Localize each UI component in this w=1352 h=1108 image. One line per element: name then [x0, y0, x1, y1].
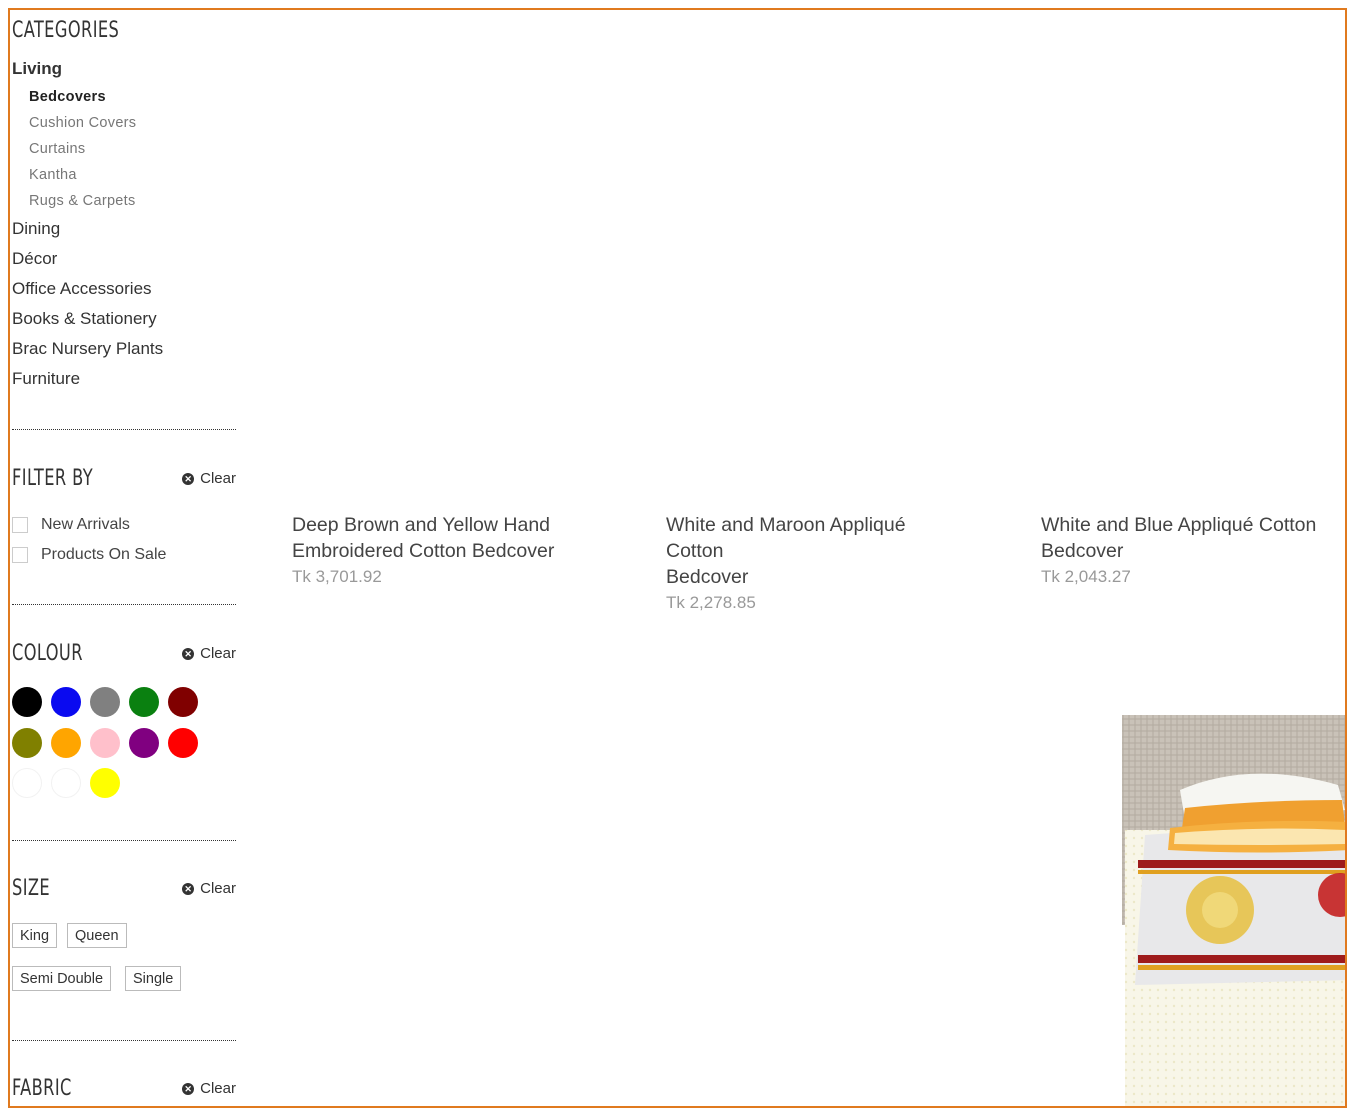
close-icon: ✕: [182, 647, 195, 660]
swatch-grey[interactable]: [90, 687, 120, 717]
product-price: Tk 2,278.85: [666, 593, 756, 612]
swatch-red[interactable]: [168, 728, 198, 758]
swatch-olive[interactable]: [12, 728, 42, 758]
category-books-stationery[interactable]: Books & Stationery: [12, 304, 235, 334]
product-name[interactable]: White and Blue Appliqué Cotton Bedcover: [1041, 512, 1341, 564]
subcategory-curtains[interactable]: Curtains: [29, 136, 235, 162]
size-queen-button[interactable]: Queen: [67, 923, 127, 948]
filter-by-title: FILTER BY: [12, 466, 94, 491]
swatch-green[interactable]: [129, 687, 159, 717]
product-image-bed[interactable]: [1090, 650, 1347, 1108]
checkbox-box[interactable]: [12, 517, 28, 533]
swatch-off-white[interactable]: [51, 768, 81, 798]
swatch-purple[interactable]: [129, 728, 159, 758]
category-dining[interactable]: Dining: [12, 214, 235, 244]
filter-by-header: FILTER BY ✕ Clear: [12, 466, 236, 496]
size-title: SIZE: [12, 876, 51, 901]
category-furniture[interactable]: Furniture: [12, 364, 235, 394]
living-subcategories: Bedcovers Cushion Covers Curtains Kantha…: [12, 84, 235, 214]
fabric-clear-button[interactable]: ✕ Clear: [182, 1080, 236, 1097]
new-arrivals-checkbox[interactable]: New Arrivals: [12, 516, 130, 534]
category-list: Living Bedcovers Cushion Covers Curtains…: [12, 56, 235, 394]
subcategory-kantha[interactable]: Kantha: [29, 162, 235, 188]
filter-by-clear-button[interactable]: ✕ Clear: [182, 470, 236, 487]
category-brac-nursery-plants[interactable]: Brac Nursery Plants: [12, 334, 235, 364]
swatch-orange[interactable]: [51, 728, 81, 758]
close-icon: ✕: [182, 882, 195, 895]
divider: [12, 840, 236, 841]
divider: [12, 429, 236, 430]
divider: [12, 1040, 236, 1041]
size-semi-double-button[interactable]: Semi Double: [12, 966, 112, 991]
colour-clear-button[interactable]: ✕ Clear: [182, 645, 236, 662]
swatch-white[interactable]: [12, 768, 42, 798]
size-single-button[interactable]: Single: [125, 966, 182, 991]
subcategory-cushion-covers[interactable]: Cushion Covers: [29, 110, 235, 136]
colour-title: COLOUR: [12, 641, 83, 666]
close-icon: ✕: [182, 472, 195, 485]
swatch-yellow[interactable]: [90, 768, 120, 798]
size-king-button[interactable]: King: [12, 923, 58, 948]
product-name[interactable]: Deep Brown and Yellow Hand Embroidered Co…: [292, 512, 592, 564]
categories-title: CATEGORIES: [12, 18, 120, 43]
size-header: SIZE ✕ Clear: [12, 876, 236, 906]
fabric-header: FABRIC ✕ Clear: [12, 1076, 236, 1106]
product-price: Tk 2,043.27: [1041, 567, 1131, 586]
product-name[interactable]: White and Maroon Appliqué Cotton Bedcover: [666, 512, 966, 590]
page-frame: CATEGORIES Living Bedcovers Cushion Cove…: [8, 8, 1347, 1108]
swatch-black[interactable]: [12, 687, 42, 717]
category-decor[interactable]: Décor: [12, 244, 235, 274]
product-price: Tk 3,701.92: [292, 567, 382, 586]
checkbox-box[interactable]: [12, 547, 28, 563]
product-card[interactable]: Deep Brown and Yellow Hand Embroidered Co…: [292, 512, 592, 590]
category-living[interactable]: Living: [12, 56, 235, 84]
products-on-sale-checkbox[interactable]: Products On Sale: [12, 546, 166, 564]
subcategory-bedcovers[interactable]: Bedcovers: [29, 84, 235, 110]
subcategory-rugs-carpets[interactable]: Rugs & Carpets: [29, 188, 235, 214]
swatch-blue[interactable]: [51, 687, 81, 717]
product-card[interactable]: White and Blue Appliqué Cotton Bedcover T…: [1041, 512, 1341, 590]
category-office-accessories[interactable]: Office Accessories: [12, 274, 235, 304]
size-clear-button[interactable]: ✕ Clear: [182, 880, 236, 897]
product-card[interactable]: White and Maroon Appliqué Cotton Bedcover…: [666, 512, 966, 616]
colour-header: COLOUR ✕ Clear: [12, 641, 236, 671]
swatch-maroon[interactable]: [168, 687, 198, 717]
swatch-pink[interactable]: [90, 728, 120, 758]
fabric-title: FABRIC: [12, 1076, 72, 1101]
close-icon: ✕: [182, 1082, 195, 1095]
divider: [12, 604, 236, 605]
